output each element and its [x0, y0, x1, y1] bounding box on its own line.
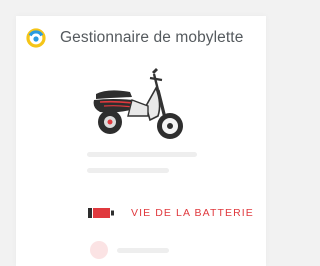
placeholder-line — [87, 168, 169, 173]
ring-icon — [26, 28, 46, 48]
battery-life-label: VIE DE LA BATTERIE — [131, 207, 254, 219]
app-title: Gestionnaire de mobylette — [60, 29, 244, 46]
battery-icon — [88, 208, 114, 218]
placeholder-line — [87, 152, 197, 157]
scooter-image — [93, 68, 183, 139]
placeholder-line — [117, 248, 169, 253]
placeholder-dot — [90, 241, 108, 259]
